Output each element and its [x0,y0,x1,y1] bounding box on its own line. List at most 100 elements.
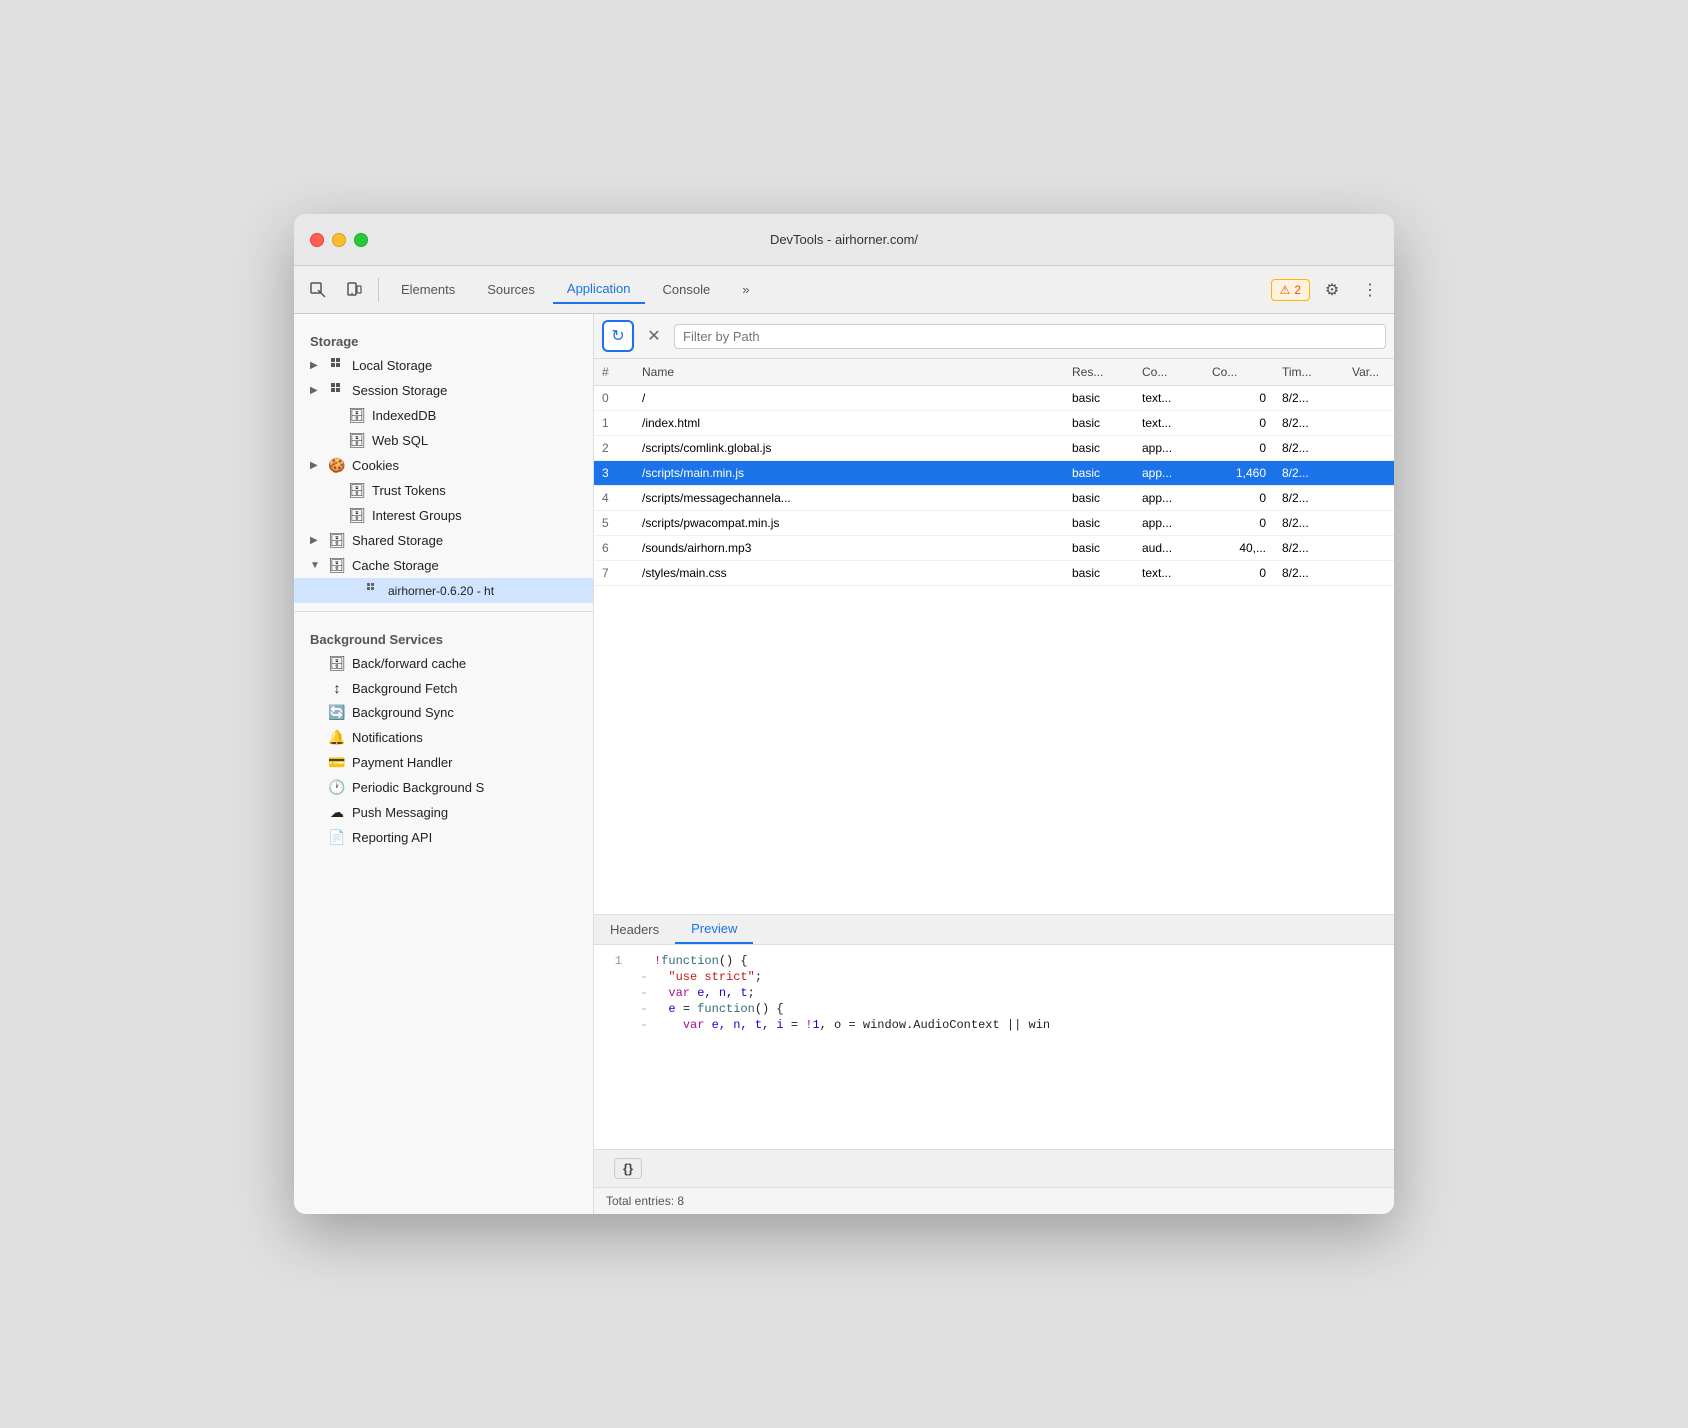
cell-co2: 0 [1204,386,1274,411]
cell-res: basic [1064,486,1134,511]
sidebar-item-push-messaging[interactable]: ▶ ☁ Push Messaging [294,800,593,825]
tab-more[interactable]: » [728,276,763,303]
tab-application[interactable]: Application [553,275,645,304]
inspect-icon[interactable] [302,274,334,306]
sidebar-item-shared-storage[interactable]: ▶ 🗄 Shared Storage [294,528,593,553]
refresh-button[interactable]: ↻ [602,320,634,352]
cell-var [1344,511,1394,536]
table-row[interactable]: 7 /styles/main.css basic text... 0 8/2..… [594,561,1394,586]
cell-var [1344,461,1394,486]
filter-bar: ↻ ✕ [594,314,1394,359]
close-button[interactable] [310,233,324,247]
line-dash: - [634,970,654,984]
local-storage-label: Local Storage [352,358,432,373]
device-icon[interactable] [338,274,370,306]
local-storage-icon [328,357,346,374]
col-header-var: Var... [1344,359,1394,386]
maximize-button[interactable] [354,233,368,247]
arrow-icon: ▼ [310,560,322,571]
cell-num: 0 [594,386,634,411]
cache-entry-label: airhorner-0.6.20 - ht [388,584,494,598]
clear-button[interactable]: ✕ [640,322,668,350]
sidebar-divider [294,611,593,612]
tab-elements[interactable]: Elements [387,276,469,303]
line-dash: - [634,1002,654,1016]
col-header-co2: Co... [1204,359,1274,386]
filter-input[interactable] [674,324,1386,349]
sidebar-item-session-storage[interactable]: ▶ Session Storage [294,378,593,403]
sidebar-item-periodic-bg[interactable]: ▶ 🕐 Periodic Background S [294,775,593,800]
websql-label: Web SQL [372,433,428,448]
cell-co2: 0 [1204,411,1274,436]
cell-res: basic [1064,411,1134,436]
sidebar-item-local-storage[interactable]: ▶ Local Storage [294,353,593,378]
sidebar-item-bg-sync[interactable]: ▶ 🔄 Background Sync [294,700,593,725]
table-row[interactable]: 6 /sounds/airhorn.mp3 basic aud... 40,..… [594,536,1394,561]
sidebar-item-indexeddb[interactable]: ▶ 🗄 IndexedDB [294,403,593,428]
col-header-co1: Co... [1134,359,1204,386]
tab-preview[interactable]: Preview [675,915,753,944]
table-row[interactable]: 2 /scripts/comlink.global.js basic app..… [594,436,1394,461]
cell-name: / [634,386,1064,411]
gear-icon: ⚙ [1325,280,1339,300]
titlebar: DevTools - airhorner.com/ [294,214,1394,266]
cell-num: 2 [594,436,634,461]
cell-tim: 8/2... [1274,411,1344,436]
sidebar-item-notifications[interactable]: ▶ 🔔 Notifications [294,725,593,750]
sidebar-item-trust-tokens[interactable]: ▶ 🗄 Trust Tokens [294,478,593,503]
session-storage-label: Session Storage [352,383,447,398]
session-storage-icon [328,382,346,399]
sidebar-item-payment-handler[interactable]: ▶ 💳 Payment Handler [294,750,593,775]
entries-table: # Name Res... Co... Co... Tim... Var... … [594,359,1394,586]
push-messaging-icon: ☁ [328,804,346,821]
sidebar-item-cache-storage[interactable]: ▼ 🗄 Cache Storage [294,553,593,578]
warning-icon: ⚠ [1280,283,1291,297]
push-messaging-label: Push Messaging [352,805,448,820]
col-header-tim: Tim... [1274,359,1344,386]
sidebar-item-cookies[interactable]: ▶ 🍪 Cookies [294,453,593,478]
cell-co1: aud... [1134,536,1204,561]
cell-var [1344,436,1394,461]
cell-name: /styles/main.css [634,561,1064,586]
cache-entry-icon [364,582,382,599]
tab-sources[interactable]: Sources [473,276,549,303]
menu-icon: ⋮ [1362,280,1378,300]
bg-fetch-icon: ↕ [328,680,346,696]
table-row[interactable]: 0 / basic text... 0 8/2... [594,386,1394,411]
sidebar-item-interest-groups[interactable]: ▶ 🗄 Interest Groups [294,503,593,528]
sidebar-item-backforward[interactable]: ▶ 🗄 Back/forward cache [294,651,593,676]
table-row[interactable]: 4 /scripts/messagechannela... basic app.… [594,486,1394,511]
cell-res: basic [1064,461,1134,486]
menu-button[interactable]: ⋮ [1354,274,1386,306]
table-row[interactable]: 3 /scripts/main.min.js basic app... 1,46… [594,461,1394,486]
table-row[interactable]: 1 /index.html basic text... 0 8/2... [594,411,1394,436]
cell-name: /index.html [634,411,1064,436]
code-content: e = function() { [654,1002,784,1016]
cell-res: basic [1064,386,1134,411]
code-content: var e, n, t; [654,986,755,1000]
websql-icon: 🗄 [348,432,366,449]
sidebar-item-cache-entry[interactable]: ▶ airhorner-0.6.20 - ht [294,578,593,603]
cell-name: /scripts/messagechannela... [634,486,1064,511]
tab-console[interactable]: Console [649,276,725,303]
warning-badge[interactable]: ⚠ 2 [1271,279,1310,301]
code-line-2: - "use strict"; [594,969,1394,985]
arrow-icon: ▶ [310,360,322,371]
cell-co1: text... [1134,561,1204,586]
cell-res: basic [1064,536,1134,561]
cell-tim: 8/2... [1274,436,1344,461]
table-row[interactable]: 5 /scripts/pwacompat.min.js basic app...… [594,511,1394,536]
cell-tim: 8/2... [1274,511,1344,536]
notifications-label: Notifications [352,730,423,745]
bottom-panel: Headers Preview 1 !function() { - [594,914,1394,1214]
line-number: 1 [594,954,634,968]
cell-co2: 0 [1204,436,1274,461]
pretty-print-button[interactable]: {} [614,1158,642,1179]
settings-button[interactable]: ⚙ [1316,274,1348,306]
sidebar-item-websql[interactable]: ▶ 🗄 Web SQL [294,428,593,453]
sidebar-item-reporting-api[interactable]: ▶ 📄 Reporting API [294,825,593,850]
tab-headers[interactable]: Headers [594,915,675,944]
minimize-button[interactable] [332,233,346,247]
cell-co1: app... [1134,486,1204,511]
sidebar-item-bg-fetch[interactable]: ▶ ↕ Background Fetch [294,676,593,700]
